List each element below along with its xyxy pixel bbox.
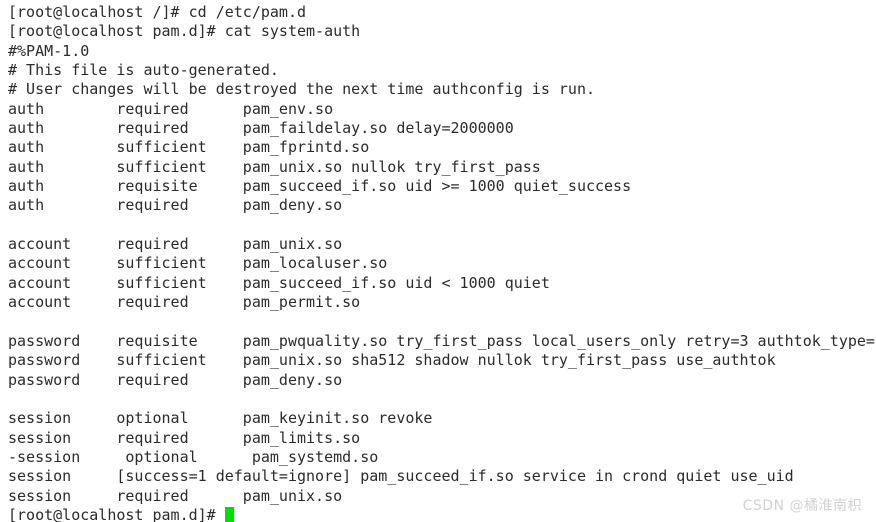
terminal-line: password sufficient pam_unix.so sha512 s… xyxy=(8,351,776,370)
terminal-line: auth required pam_env.so xyxy=(8,99,334,118)
terminal-line: account required pam_permit.so xyxy=(8,293,361,312)
terminal-line: # This file is auto-generated. xyxy=(8,61,279,80)
terminal-line: # User changes will be destroyed the nex… xyxy=(8,80,595,99)
terminal-line: password requisite pam_pwquality.so try_… xyxy=(8,331,875,350)
terminal-line: auth sufficient pam_unix.so nullok try_f… xyxy=(8,157,541,176)
terminal-cursor xyxy=(224,506,234,522)
prompt-text: [root@localhost pam.d]# xyxy=(8,505,225,522)
terminal-line: [root@localhost /]# cd /etc/pam.d xyxy=(8,3,307,21)
terminal-line: auth required pam_faildelay.so delay=200… xyxy=(8,119,514,138)
terminal-line: auth requisite pam_succeed_if.so uid >= … xyxy=(8,177,632,196)
terminal-line: account sufficient pam_succeed_if.so uid… xyxy=(8,273,550,292)
terminal-line: #%PAM-1.0 xyxy=(8,41,90,60)
terminal-line: session optional pam_keyinit.so revoke xyxy=(8,409,433,428)
terminal-line: -session optional pam_systemd.so xyxy=(8,447,379,466)
terminal-line: account sufficient pam_localuser.so xyxy=(8,254,388,273)
terminal-line: session required pam_limits.so xyxy=(8,428,361,447)
terminal-line: session [success=1 default=ignore] pam_s… xyxy=(8,467,794,486)
terminal-line: account required pam_unix.so xyxy=(8,235,343,254)
terminal-line: auth sufficient pam_fprintd.so xyxy=(8,138,370,157)
terminal-line: password required pam_deny.so xyxy=(8,370,343,389)
terminal-line: [root@localhost pam.d]# cat system-auth xyxy=(8,22,361,41)
terminal-window[interactable]: [root@localhost /]# cd /etc/pam.d [root@l… xyxy=(0,0,876,522)
terminal-prompt-line: [root@localhost pam.d]# xyxy=(8,506,876,522)
terminal-line: auth required pam_deny.so xyxy=(8,196,343,215)
terminal-line: session required pam_unix.so xyxy=(8,486,343,505)
terminal-output: [root@localhost /]# cd /etc/pam.d [root@l… xyxy=(8,3,876,506)
